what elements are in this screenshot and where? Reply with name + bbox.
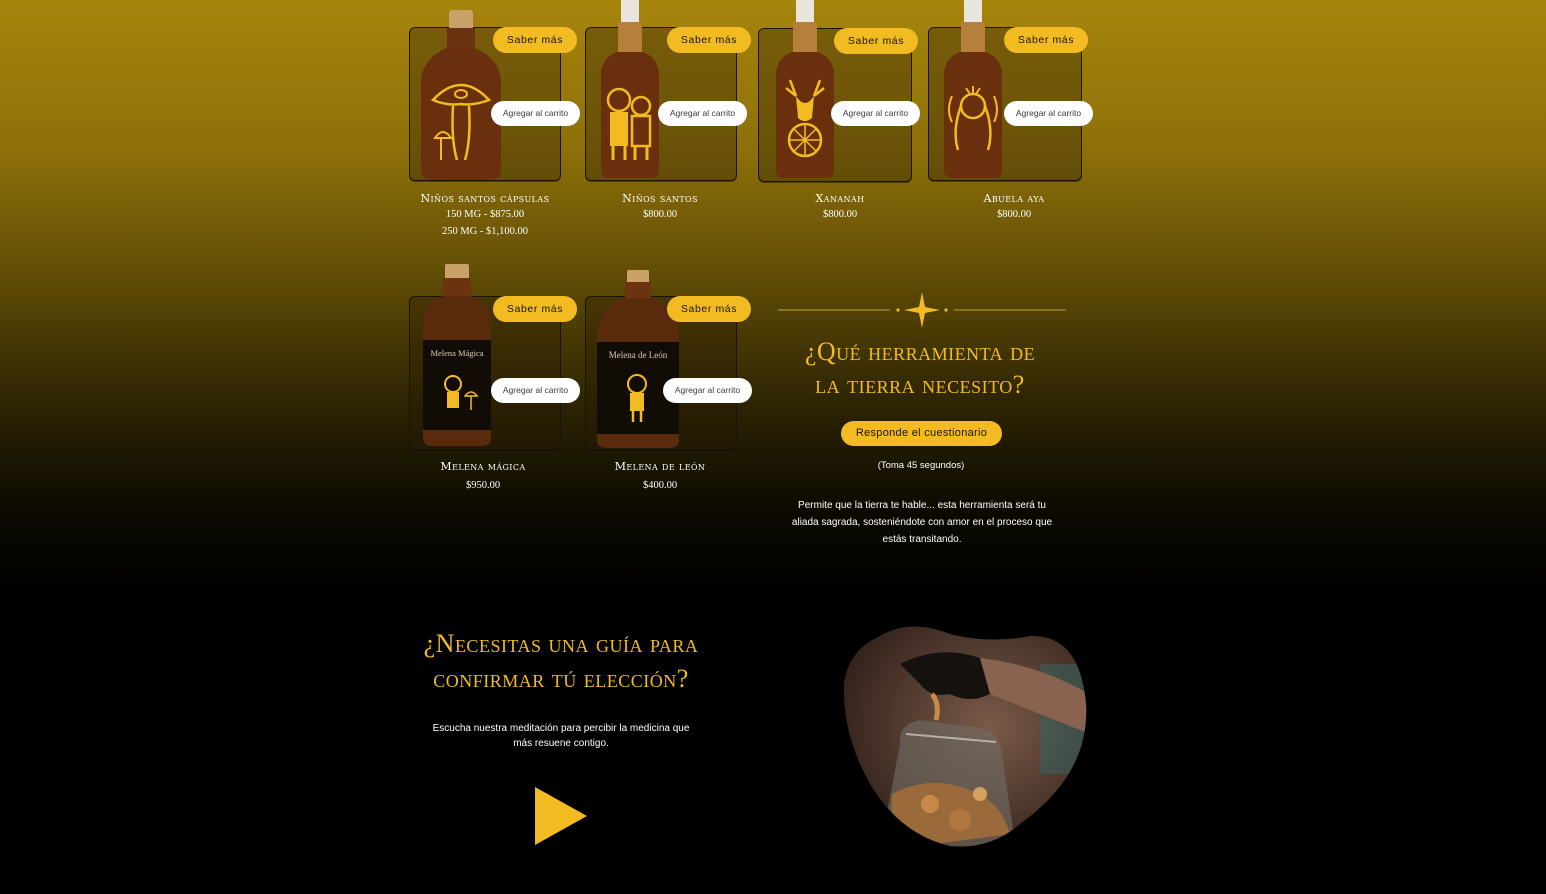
quiz-duration: (Toma 45 segundos): [877, 460, 965, 471]
add-to-cart-button[interactable]: Agregar al carrito: [491, 378, 580, 403]
product-card: Melena Mágica Saber más Agregar al carri…: [409, 264, 580, 494]
play-icon[interactable]: [534, 786, 588, 846]
product-price: $950.00: [465, 480, 501, 491]
quiz-title-line2: la tierra necesito?: [815, 370, 1025, 399]
guide-title-line2: confirmar tú elección?: [433, 664, 689, 693]
add-to-cart-button[interactable]: Agregar al carrito: [831, 101, 920, 126]
quiz-description: Permite que la tierra te hable... esta h…: [791, 500, 1053, 545]
add-to-cart-button[interactable]: Agregar al carrito: [663, 378, 752, 403]
saber-mas-button[interactable]: Saber más: [493, 27, 577, 53]
product-image[interactable]: Melena de León: [593, 270, 683, 450]
product-price: $800.00: [822, 209, 858, 220]
star-icon: [904, 292, 940, 328]
product-card: Saber más Agregar al carrito Xananah $80…: [758, 0, 920, 230]
bottle-label: Melena Mágica: [430, 348, 483, 358]
product-price: 150 MG - $875.00: [445, 209, 525, 220]
product-name: Niños santos cápsulas: [420, 192, 550, 205]
saber-mas-button[interactable]: Saber más: [834, 28, 918, 54]
guide-title-line1: ¿Necesitas una guía para: [423, 629, 699, 658]
quiz-title-line1: ¿Qué herramienta de: [804, 337, 1036, 366]
quiz-button[interactable]: Responde el cuestionario: [841, 421, 1002, 446]
star-divider: [778, 292, 1066, 328]
product-name: Niños santos: [622, 192, 698, 205]
saber-mas-button[interactable]: Saber más: [1004, 27, 1088, 53]
saber-mas-button[interactable]: Saber más: [667, 27, 751, 53]
product-name: Abuela aya: [983, 192, 1045, 205]
product-image[interactable]: [770, 0, 840, 180]
product-image[interactable]: [595, 0, 665, 180]
guide-text: Escucha nuestra meditación para percibir…: [432, 723, 690, 749]
add-to-cart-button[interactable]: Agregar al carrito: [1004, 101, 1093, 126]
bottle-label: Melena de León: [609, 350, 668, 360]
product-price: $800.00: [642, 209, 678, 220]
product-image[interactable]: Melena Mágica: [419, 264, 495, 448]
product-name: Xananah: [815, 192, 865, 205]
product-image[interactable]: [938, 0, 1008, 180]
product-price: $800.00: [996, 209, 1032, 220]
product-card: Saber más Agregar al carrito Abuela aya …: [928, 0, 1093, 230]
product-price: 250 MG - $1,100.00: [441, 226, 529, 237]
add-to-cart-button[interactable]: Agregar al carrito: [491, 101, 580, 126]
product-card: Saber más Agregar al carrito Niños santo…: [409, 10, 580, 240]
saber-mas-button[interactable]: Saber más: [667, 296, 751, 322]
add-to-cart-button[interactable]: Agregar al carrito: [658, 101, 747, 126]
guide-photo: [843, 626, 1087, 847]
product-card: Melena de León Saber más Agregar al carr…: [585, 270, 752, 500]
saber-mas-button[interactable]: Saber más: [493, 296, 577, 322]
product-card: Saber más Agregar al carrito Niños santo…: [585, 0, 751, 230]
product-price: $400.00: [642, 480, 678, 491]
product-name: Melena mágica: [440, 460, 526, 473]
product-name: Melena de león: [614, 460, 706, 473]
